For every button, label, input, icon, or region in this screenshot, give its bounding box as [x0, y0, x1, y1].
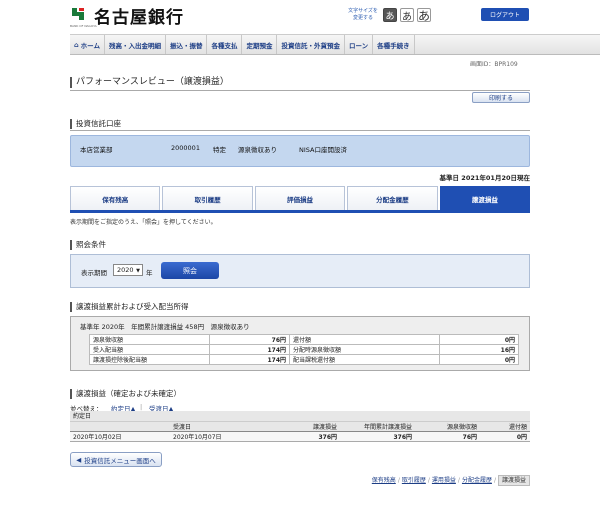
table-header-row: 約定日 [70, 411, 530, 422]
nav-item-balance[interactable]: 残高・入出金明細 [105, 35, 166, 54]
account-number: 2000001 [171, 144, 200, 152]
cell: 譲渡損控除後配当額 [89, 354, 210, 365]
instruction-text: 表示期間をご指定のうえ、「照会」を押してください。 [70, 219, 217, 226]
table-header-row: 受渡日 譲渡損益 年間累計譲渡損益 源泉徴収額 還付額 [70, 421, 530, 432]
divider [70, 90, 530, 91]
footer-current-tab: 譲渡損益 [497, 475, 530, 486]
sep: / [427, 477, 430, 484]
header-gain: 譲渡損益 [270, 421, 340, 432]
header-blank [70, 421, 170, 432]
footer-link-holdings[interactable]: 保有残高 [372, 477, 396, 484]
nav-item-payments[interactable]: 各種支払 [207, 35, 243, 54]
tab-holdings[interactable]: 保有残高 [70, 186, 161, 210]
footer-link-history[interactable]: 取引履歴 [402, 477, 426, 484]
cell: 76円 [209, 334, 290, 345]
sep: / [493, 477, 496, 484]
back-label: 投資信託メニュー画面へ [84, 456, 156, 465]
table-row: 源泉徴収額 76円 還付額 0円 [89, 334, 519, 345]
chevron-left-icon: ◀ [76, 455, 82, 464]
footer-tab-links: 保有残高 / 取引履歴 / 運用損益 / 分配金履歴 / 譲渡損益 [340, 475, 530, 486]
footer-link-valuation[interactable]: 運用損益 [432, 477, 456, 484]
bank-sub: BANK OF NAGOYA [70, 24, 97, 28]
summary-head: 基準年 2020年 年間累計譲渡損益 458円 源泉徴収あり [80, 323, 250, 331]
detail-table: 約定日 受渡日 譲渡損益 年間累計譲渡損益 源泉徴収額 還付額 2020年10月… [70, 411, 530, 442]
year-select[interactable]: 2020 ▼ [113, 264, 143, 276]
nav-item-home[interactable]: ⌂ ホーム [70, 35, 105, 54]
global-nav: ⌂ ホーム 残高・入出金明細 振込・振替 各種支払 定期預金 投資信託・外貨預金 … [70, 34, 600, 55]
divider [70, 130, 530, 131]
tab-history[interactable]: 取引履歴 [162, 186, 253, 210]
tab-bar: 保有残高 取引履歴 評価損益 分配金履歴 譲渡損益 [70, 186, 531, 213]
sep: / [397, 477, 400, 484]
cell-delivery-date: 2020年10月07日 [170, 431, 270, 442]
cell: 源泉徴収額 [89, 334, 210, 345]
print-button[interactable]: 印刷する [472, 92, 530, 103]
back-to-investment-menu-button[interactable]: ◀ 投資信託メニュー画面へ [70, 452, 162, 467]
summary-section-title: 譲渡損益累計および受入配当所得 [70, 302, 189, 312]
cell: 0円 [439, 354, 519, 365]
sep: / [457, 477, 460, 484]
detail-section-title: 譲渡損益（確定および未確定） [70, 389, 181, 399]
font-size-medium-button[interactable]: あ [400, 8, 414, 23]
table-row: 受入配当額 174円 分配時源泉徴収額 16円 [89, 344, 519, 355]
cell: 16円 [439, 344, 519, 355]
table-row: 譲渡損控除後配当額 174円 配当課税還付額 0円 [89, 354, 519, 365]
cell: 還付額 [289, 334, 440, 345]
house-icon: ⌂ [74, 40, 79, 49]
page-title: パフォーマンスレビュー（譲渡損益） [70, 77, 229, 88]
header-withholding: 源泉徴収額 [415, 421, 480, 432]
tab-distribution[interactable]: 分配金履歴 [347, 186, 438, 210]
footer-link-distribution[interactable]: 分配金履歴 [462, 477, 492, 484]
cell-contract-date: 2020年10月02日 [70, 431, 170, 442]
nav-item-time-deposit[interactable]: 定期預金 [242, 35, 278, 54]
year-value: 2020 [117, 266, 134, 274]
period-label: 表示期間 [81, 269, 107, 277]
inquiry-button[interactable]: 照会 [161, 262, 219, 279]
nav-item-procedures[interactable]: 各種手続き [373, 35, 415, 54]
cell: 174円 [209, 344, 290, 355]
year-unit: 年 [146, 269, 153, 277]
account-type: 特定 [213, 146, 226, 154]
bank-name: 名古屋銀行 [94, 8, 184, 28]
font-size-large-button[interactable]: あ [417, 8, 431, 23]
cell: 分配時源泉徴収額 [289, 344, 440, 355]
header-delivery-date: 受渡日 [170, 421, 270, 432]
summary-table: 源泉徴収額 76円 還付額 0円 受入配当額 174円 分配時源泉徴収額 16円… [89, 334, 519, 365]
cell-withholding: 76円 [415, 431, 480, 442]
condition-section-title: 照会条件 [70, 240, 106, 250]
cell: 0円 [439, 334, 519, 345]
base-date: 基準日 2021年01月20日現在 [439, 174, 530, 182]
cell: 174円 [209, 354, 290, 365]
account-tax: 源泉徴収あり [238, 146, 277, 154]
chevron-down-icon: ▼ [136, 268, 140, 274]
screen-id: 画面ID：BPR109 [470, 61, 518, 68]
header-refund: 還付額 [480, 421, 530, 432]
nav-item-loan[interactable]: ローン [345, 35, 374, 54]
cell-gain: 376円 [270, 431, 340, 442]
nav-item-transfer[interactable]: 振込・振替 [166, 35, 208, 54]
sort-separator: | [140, 403, 143, 411]
header-cumulative: 年間累計譲渡損益 [340, 421, 415, 432]
font-size-small-button[interactable]: あ [383, 8, 397, 22]
table-row: 2020年10月02日 2020年10月07日 376円 376円 76円 0円 [70, 431, 530, 442]
bank-logo-icon [71, 7, 85, 21]
header-contract-date: 約定日 [70, 411, 170, 422]
cell-cumulative: 376円 [340, 431, 415, 442]
account-nisa: NISA口座開設済 [299, 146, 347, 154]
cell: 受入配当額 [89, 344, 210, 355]
tab-valuation[interactable]: 評価損益 [254, 186, 346, 210]
nav-item-investment[interactable]: 投資信託・外貨預金 [277, 35, 345, 54]
font-size-label: 文字サイズを変更する [348, 8, 378, 21]
logout-button[interactable]: ログアウト [481, 8, 529, 21]
tab-transfer-gain[interactable]: 譲渡損益 [439, 186, 531, 210]
cell-refund: 0円 [480, 431, 530, 442]
account-section-title: 投資信託口座 [70, 119, 121, 129]
account-branch: 本店営業部 [80, 146, 113, 154]
cell: 配当課税還付額 [289, 354, 440, 365]
